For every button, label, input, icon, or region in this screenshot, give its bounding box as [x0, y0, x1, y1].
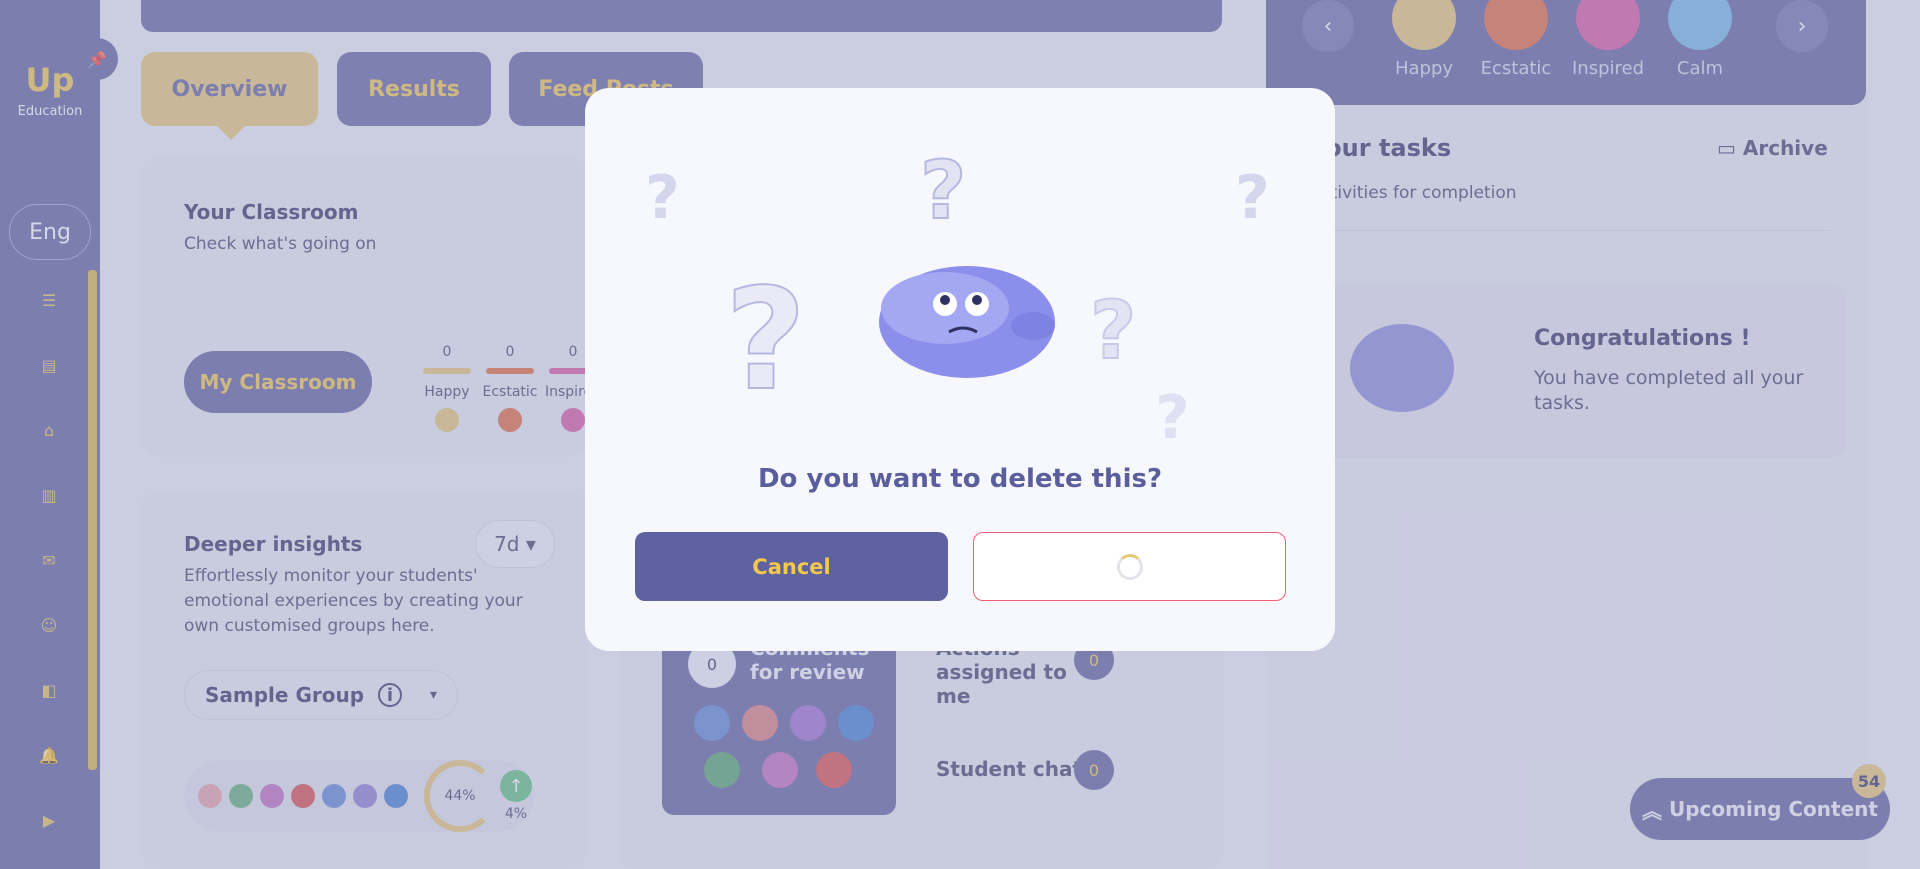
question-mark-icon: ? — [920, 144, 966, 237]
question-mark-icon: ? — [1235, 163, 1270, 233]
question-mark-icon: ? — [645, 163, 680, 233]
app-root: Up Education 📌 Eng ☰ ▤ ⌂ ▥ ✉ ☺ ◧ 🔔 ▶ Ove… — [0, 0, 1920, 869]
question-mark-icon: ? — [1155, 383, 1190, 453]
delete-button[interactable] — [973, 532, 1286, 601]
question-mark-icon: ? — [1090, 284, 1136, 377]
question-mark-icon: ? — [725, 259, 806, 422]
delete-confirm-modal: ? ? ? ? ? ? Do you want to delete this? … — [585, 88, 1335, 651]
cancel-button[interactable]: Cancel — [635, 532, 948, 601]
mascot-pupil — [940, 295, 950, 305]
mascot-hand — [1011, 312, 1055, 340]
confused-mascot-illustration: ? ? ? ? ? ? — [645, 143, 1270, 453]
modal-title: Do you want to delete this? — [757, 464, 1163, 494]
loading-spinner-icon — [1116, 553, 1143, 580]
mascot-pupil — [972, 295, 982, 305]
